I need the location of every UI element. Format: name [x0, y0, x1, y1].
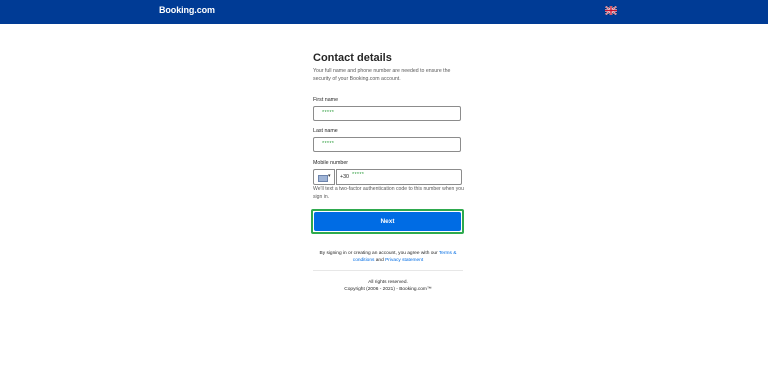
- mobile-number-label: Mobile number: [313, 160, 349, 166]
- booking-logo[interactable]: Booking.com: [159, 5, 215, 15]
- chevron-down-icon: ▾: [328, 173, 331, 179]
- top-navbar: Booking.com: [0, 0, 768, 24]
- mobile-number-field[interactable]: +30 *****: [336, 169, 462, 185]
- page-title: Contact details: [313, 52, 392, 64]
- legal-and: and: [374, 258, 386, 263]
- last-name-label: Last name: [313, 128, 338, 134]
- mobile-number-value: *****: [352, 172, 365, 178]
- legal-notice: By signing in or creating an account, yo…: [313, 250, 463, 264]
- first-name-field[interactable]: *****: [313, 106, 461, 121]
- first-name-label: First name: [313, 97, 339, 103]
- last-name-field[interactable]: *****: [313, 137, 461, 152]
- footer: All rights reserved. Copyright (2006 - 2…: [313, 279, 463, 293]
- next-button[interactable]: Next: [314, 212, 461, 231]
- copyright-text: Copyright (2006 - 2021) - Booking.com™: [344, 287, 432, 292]
- country-code-select[interactable]: ▾: [313, 169, 335, 185]
- legal-prefix: By signing in or creating an account, yo…: [319, 251, 439, 256]
- page-subtitle: Your full name and phone number are need…: [313, 68, 451, 82]
- first-name-value: *****: [322, 110, 335, 116]
- rights-text: All rights reserved.: [368, 280, 408, 285]
- greece-flag-icon: [318, 175, 328, 182]
- two-factor-hint: We'll text a two-factor authentication c…: [313, 186, 464, 200]
- mobile-number-group: ▾ +30 *****: [313, 169, 462, 185]
- footer-divider: [313, 270, 463, 271]
- uk-flag-icon[interactable]: [605, 6, 617, 15]
- privacy-link[interactable]: Privacy statement: [385, 258, 423, 263]
- last-name-value: *****: [322, 141, 335, 147]
- dial-code: +30: [340, 174, 349, 180]
